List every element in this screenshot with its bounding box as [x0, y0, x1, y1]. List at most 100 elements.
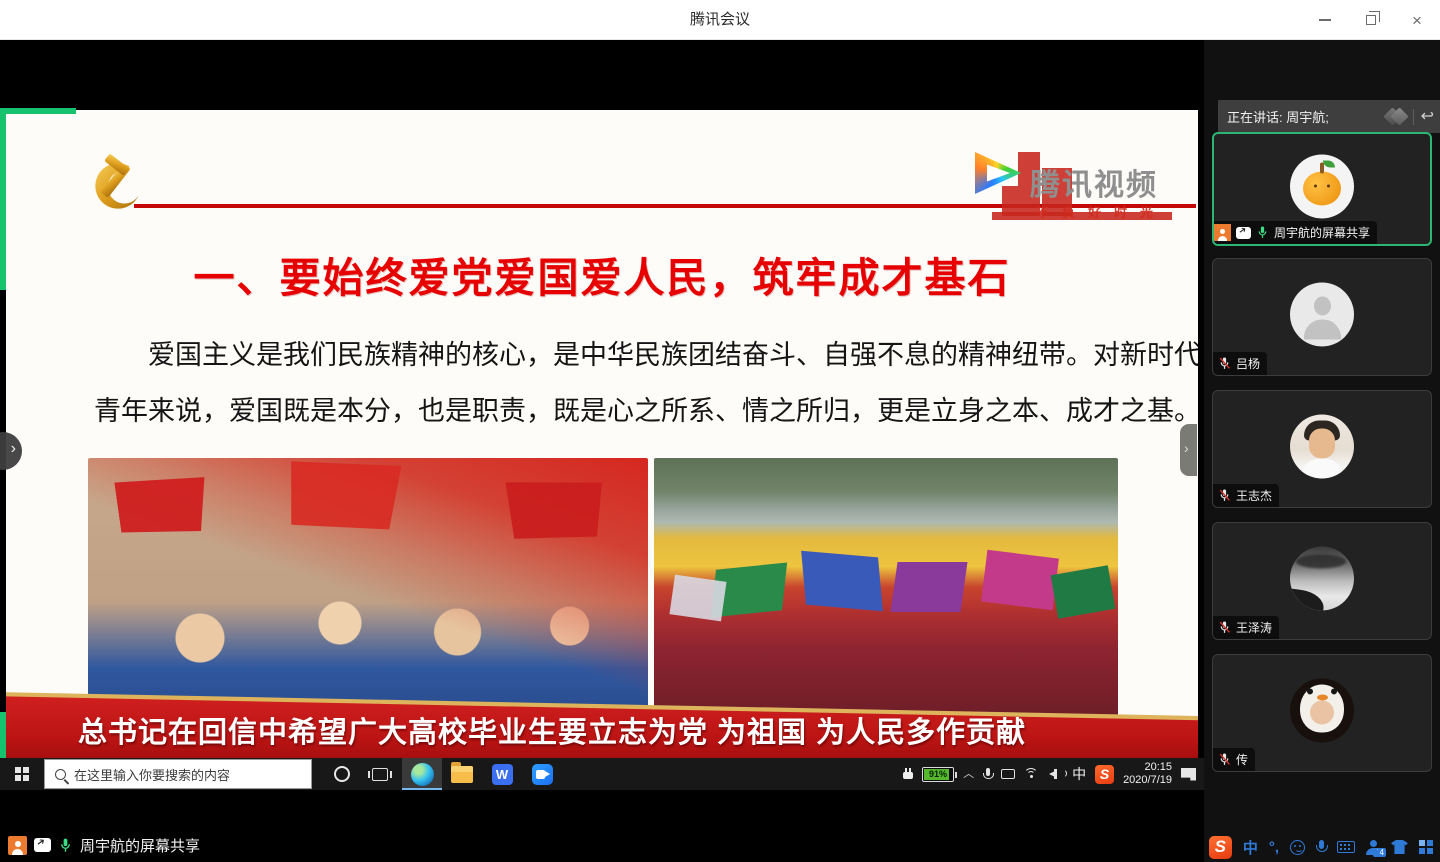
clock-date: 2020/7/19: [1123, 774, 1172, 787]
taskbar-clock[interactable]: 20:15 2020/7/19: [1123, 761, 1172, 787]
ime-mode-indicator[interactable]: 中: [1243, 837, 1258, 858]
mic-muted-icon: [1218, 752, 1231, 767]
presenter-badge-icon: [8, 836, 27, 855]
taskbar-app-meeting[interactable]: [522, 758, 562, 790]
screen-share-icon: [34, 838, 51, 852]
avatar-default-silhouette: [1290, 282, 1354, 346]
close-button[interactable]: ×: [1394, 0, 1440, 40]
participants-sidebar: 正在讲话: 周宇航; ↩ 周宇航的屏幕共享: [1204, 40, 1440, 862]
avatar-orange-cartoon: [1290, 154, 1354, 218]
participant-name-row: 王志杰: [1213, 484, 1279, 507]
flag-shape: [669, 575, 726, 622]
slide-body-line2: 青年来说，爱国既是本分，也是职责，既是心之所系、情之所归，更是立身之本、成才之基…: [94, 384, 1142, 440]
participant-tile-wangzetao[interactable]: 王泽涛: [1212, 522, 1432, 640]
ime-indicator[interactable]: 中: [1072, 764, 1086, 784]
photo-parade-flags: [654, 458, 1118, 716]
slide-body: 爱国主义是我们民族精神的核心，是中华民族团结奋斗、自强不息的精神纽带。对新时代中…: [94, 328, 1142, 440]
participant-name: 吕杨: [1236, 355, 1260, 372]
minimize-icon: [1319, 19, 1331, 21]
voice-input-icon[interactable]: [1316, 840, 1326, 855]
banner-icons: ↩: [1386, 100, 1434, 133]
window-titlebar: 腾讯会议 ×: [0, 0, 1440, 40]
sidebar-collapse-handle[interactable]: ›: [1180, 424, 1197, 476]
search-placeholder: 在这里输入你要搜索的内容: [74, 765, 230, 784]
search-icon: [55, 769, 66, 780]
participant-name: 传: [1236, 751, 1248, 768]
share-border-left-bottom: [0, 712, 6, 758]
skin-icon[interactable]: [1391, 840, 1408, 854]
battery-indicator[interactable]: 91%: [922, 767, 954, 782]
cortana-icon[interactable]: [334, 766, 350, 782]
restore-button[interactable]: [1348, 0, 1394, 40]
speaking-banner: 正在讲话: 周宇航; ↩: [1218, 100, 1440, 133]
slide-heading: 一、要始终爱党爱国爱人民，筑牢成才基石: [6, 244, 1198, 304]
soft-keyboard-icon[interactable]: [1337, 841, 1355, 853]
taskbar-search-input[interactable]: 在这里输入你要搜索的内容: [44, 759, 312, 789]
share-border-top: [0, 108, 76, 114]
participant-tile-wangzhijie[interactable]: 王志杰: [1212, 390, 1432, 508]
participant-name: 王志杰: [1236, 487, 1272, 504]
presenter-badge-icon: [1214, 224, 1231, 241]
power-plug-icon: [903, 768, 913, 780]
slide-caption: 总书记在回信中希望广大高校毕业生要立志为党 为祖国 为人民多作贡献: [78, 709, 1026, 751]
window-title: 腾讯会议: [0, 0, 1440, 40]
flag-shape: [890, 562, 967, 612]
tray-overflow-icon[interactable]: ︿: [963, 765, 974, 781]
clock-time: 20:15: [1123, 761, 1172, 774]
avatar-penguin-baby: [1290, 678, 1354, 742]
tray-device-icon[interactable]: [1001, 769, 1015, 779]
red-flag-shape: [114, 470, 211, 542]
sogou-logo-icon[interactable]: S: [1209, 836, 1232, 859]
account-icon[interactable]: 14: [1366, 840, 1380, 855]
toolbox-icon[interactable]: [1419, 840, 1434, 855]
edge-icon: [411, 763, 434, 786]
share-status-label: 周宇航的屏幕共享: [80, 835, 200, 856]
start-button[interactable]: [0, 758, 44, 790]
speaker-icon[interactable]: [1049, 768, 1063, 780]
flag-shape: [981, 550, 1059, 610]
participant-name-row: 周宇航的屏幕共享: [1214, 221, 1377, 244]
taskbar-app-explorer[interactable]: [442, 758, 482, 790]
participant-tile-chuan[interactable]: 传: [1212, 654, 1432, 772]
account-badge: 14: [1373, 848, 1386, 857]
chevron-right-icon: ›: [11, 440, 16, 458]
chevron-right-icon: ›: [1184, 440, 1189, 456]
shared-taskbar: 在这里输入你要搜索的内容 W 91% ︿ 中 S: [0, 758, 1204, 790]
mic-muted-icon: [1218, 620, 1231, 635]
wps-icon: W: [492, 764, 513, 785]
participant-tile-lvyang[interactable]: 吕杨: [1212, 258, 1432, 376]
ime-punctuation-indicator[interactable]: °,: [1269, 839, 1279, 856]
folder-icon: [451, 766, 473, 783]
slide-body-line1: 爱国主义是我们民族精神的核心，是中华民族团结奋斗、自强不息的精神纽带。对新时代中…: [94, 328, 1142, 384]
participant-name: 王泽涛: [1236, 619, 1272, 636]
participant-name-row: 传: [1213, 748, 1255, 771]
sogou-tray-icon[interactable]: S: [1095, 765, 1114, 784]
action-center-icon[interactable]: [1181, 768, 1196, 781]
speaking-label: 正在讲话: 周宇航;: [1218, 107, 1329, 126]
participant-name: 周宇航的屏幕共享: [1274, 224, 1370, 241]
participant-name-row: 吕杨: [1213, 352, 1267, 375]
minimize-button[interactable]: [1302, 0, 1348, 40]
shared-screen-view: 腾讯视频 不负好时光 一、要始终爱党爱国爱人民，筑牢成才基石 爱国主义是我们民族…: [0, 40, 1204, 862]
participant-tile-zhouyuhang[interactable]: 周宇航的屏幕共享: [1212, 132, 1432, 246]
back-arrow-icon[interactable]: ↩: [1421, 109, 1434, 125]
taskbar-app-edge[interactable]: [402, 758, 442, 790]
red-flag-shape: [285, 458, 402, 536]
red-flag-shape: [505, 474, 606, 544]
taskbar-app-wps[interactable]: W: [482, 758, 522, 790]
flag-shape: [801, 551, 883, 611]
share-border-left: [0, 108, 6, 290]
system-tray: 91% ︿ 中 S 20:15 2020/7/19: [903, 758, 1196, 790]
emoji-icon[interactable]: [1290, 840, 1305, 855]
task-view-icon[interactable]: [372, 768, 388, 781]
mic-muted-icon: [1218, 356, 1231, 371]
mic-muted-icon: [1218, 488, 1231, 503]
wifi-icon[interactable]: [1024, 768, 1040, 780]
mic-on-icon: [1256, 225, 1269, 240]
tray-mic-icon[interactable]: [983, 768, 992, 781]
presentation-slide: 腾讯视频 不负好时光 一、要始终爱党爱国爱人民，筑牢成才基石 爱国主义是我们民族…: [6, 110, 1198, 758]
close-icon: ×: [1412, 12, 1422, 29]
tencent-video-tagline: 不负好时光: [1036, 202, 1166, 221]
windows-logo-icon: [15, 767, 29, 781]
flag-shape: [1051, 565, 1116, 618]
